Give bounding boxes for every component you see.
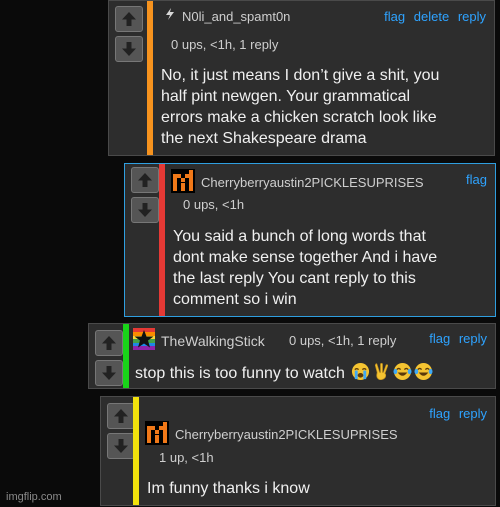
comment-meta: 0 ups, <1h, 1 reply: [289, 333, 397, 348]
orange-pixel-avatar-icon[interactable]: [171, 169, 195, 193]
comment-actions: flag reply: [424, 406, 487, 421]
vote-controls: [131, 167, 159, 223]
victory-hand-emoji: [372, 362, 391, 381]
reply-link[interactable]: reply: [458, 9, 486, 24]
username[interactable]: Cherryberryaustin2PICKLESUPRISES: [201, 175, 424, 190]
comment-3: TheWalkingStick 0 ups, <1h, 1 reply flag…: [88, 323, 496, 389]
comment-header: TheWalkingStick 0 ups, <1h, 1 reply flag…: [133, 328, 487, 350]
arrow-down-icon: [137, 202, 153, 218]
comment-1: N0li_and_spamt0n flag delete reply 0 ups…: [108, 0, 495, 156]
comment-content: N0li_and_spamt0n flag delete reply 0 ups…: [153, 1, 494, 155]
arrow-down-icon: [101, 365, 117, 381]
orange-pixel-avatar-icon[interactable]: [145, 421, 169, 445]
flag-link[interactable]: flag: [384, 9, 405, 24]
comment-header: N0li_and_spamt0n flag delete reply: [159, 6, 486, 28]
comment-header: Cherryberryaustin2PICKLESUPRISES flag: [171, 169, 487, 191]
username[interactable]: Cherryberryaustin2PICKLESUPRISES: [175, 427, 398, 442]
vote-controls: [107, 403, 135, 459]
comment-actions: flag reply: [424, 331, 487, 346]
downvote-button[interactable]: [131, 197, 159, 223]
arrow-up-icon: [113, 408, 129, 424]
flag-link[interactable]: flag: [429, 406, 450, 421]
comment-content: flag reply Cherryberryaustin2PICKLESUPRI…: [139, 397, 495, 505]
comment-actions: flag delete reply: [379, 9, 486, 24]
reply-link[interactable]: reply: [459, 331, 487, 346]
rainbow-star-avatar-icon[interactable]: [133, 328, 155, 350]
arrow-up-icon: [121, 11, 137, 27]
comment-content: TheWalkingStick 0 ups, <1h, 1 reply flag…: [129, 324, 495, 388]
comment-text: No, it just means I don’t give a shit, y…: [161, 67, 440, 147]
comment-text: Im funny thanks i know: [147, 480, 310, 497]
lightning-avatar-icon[interactable]: [163, 7, 177, 21]
arrow-down-icon: [121, 41, 137, 57]
loudly-crying-face-emoji: [351, 362, 370, 381]
comment-text: You said a bunch of long words that dont…: [173, 228, 438, 308]
flag-link[interactable]: flag: [429, 331, 450, 346]
upvote-button[interactable]: [131, 167, 159, 193]
username[interactable]: TheWalkingStick: [161, 333, 265, 349]
comment-actions: flag: [461, 172, 487, 187]
comment-content: Cherryberryaustin2PICKLESUPRISES flag 0 …: [165, 164, 495, 316]
comment-4: flag reply Cherryberryaustin2PICKLESUPRI…: [100, 396, 496, 506]
upvote-button[interactable]: [107, 403, 135, 429]
delete-link[interactable]: delete: [414, 9, 449, 24]
flag-link[interactable]: flag: [466, 172, 487, 187]
comment-meta: 0 ups, <1h: [183, 197, 245, 212]
reply-link[interactable]: reply: [459, 406, 487, 421]
username[interactable]: N0li_and_spamt0n: [182, 9, 290, 24]
imgflip-watermark: imgflip.com: [6, 491, 62, 503]
downvote-button[interactable]: [115, 36, 143, 62]
upvote-button[interactable]: [115, 6, 143, 32]
vote-controls: [95, 330, 123, 386]
comment-text: stop this is too funny to watch: [135, 362, 433, 384]
comment-text-content: stop this is too funny to watch: [135, 365, 345, 382]
arrow-down-icon: [113, 438, 129, 454]
comment-2: Cherryberryaustin2PICKLESUPRISES flag 0 …: [124, 163, 496, 317]
downvote-button[interactable]: [107, 433, 135, 459]
arrow-up-icon: [101, 335, 117, 351]
comment-meta: 1 up, <1h: [159, 450, 214, 465]
arrow-up-icon: [137, 172, 153, 188]
downvote-button[interactable]: [95, 360, 123, 386]
vote-controls: [115, 6, 143, 62]
upvote-button[interactable]: [95, 330, 123, 356]
tears-of-joy-emoji: [393, 362, 412, 381]
comment-meta: 0 ups, <1h, 1 reply: [171, 37, 279, 52]
tears-of-joy-emoji: [414, 362, 433, 381]
